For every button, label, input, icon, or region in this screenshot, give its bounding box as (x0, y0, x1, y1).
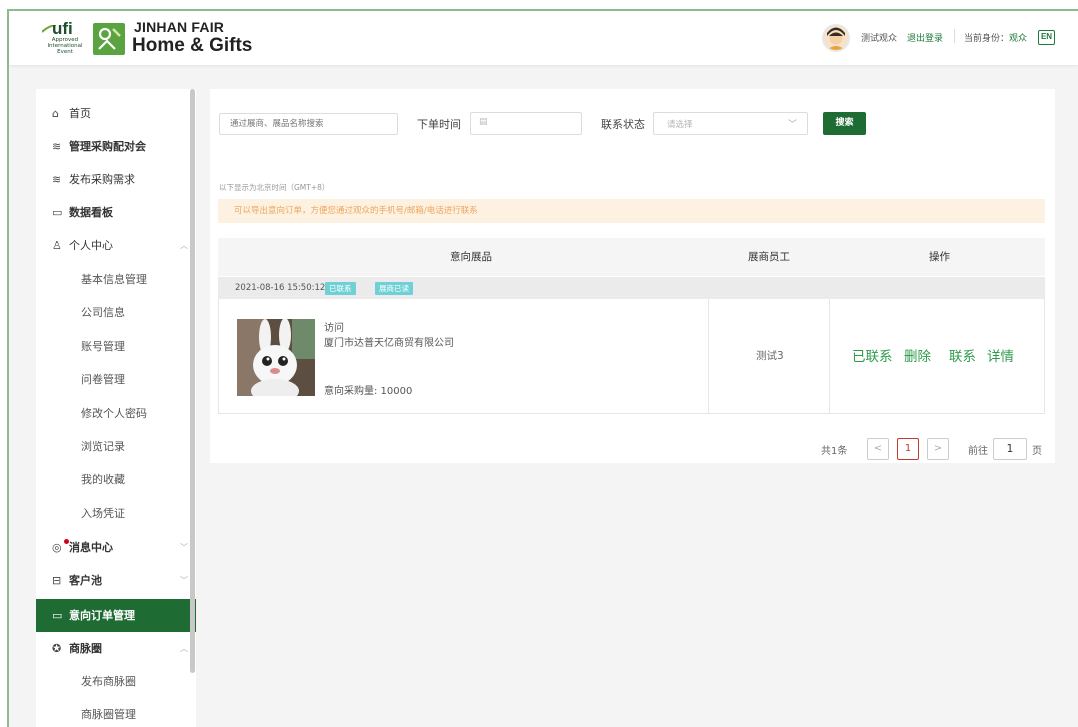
exhibitor-company[interactable]: 厦门市达普天亿商贸有限公司 (324, 334, 454, 349)
ufi-logo-text: ufi (52, 19, 73, 38)
ufi-logo-subtext: Approved International Event (47, 37, 83, 55)
table-header: 意向展品 展商员工 操作 (218, 238, 1045, 276)
jinhan-logo-icon (93, 23, 125, 55)
contact-status-label: 联系状态 (601, 118, 645, 131)
message-icon: ◎ (52, 541, 62, 554)
page-unit-label: 页 (1032, 446, 1042, 457)
sidebar-item-manage-circle[interactable]: 商脉圈管理 (36, 700, 196, 727)
details-action[interactable]: 详情 (987, 345, 1014, 365)
chevron-up-icon: ︿ (180, 644, 188, 653)
order-timestamp: 2021-08-16 15:50:12 (235, 283, 326, 293)
network-icon: ✪ (52, 642, 62, 655)
delete-action[interactable]: 删除 (904, 345, 931, 365)
brand-subtitle: Home & Gifts (132, 35, 253, 56)
sidebar-item-history[interactable]: 浏览记录 (36, 432, 196, 462)
user-icon: ♙ (52, 239, 62, 252)
order-group-header: 2021-08-16 15:50:12 已联系 展商已读 (218, 277, 1045, 299)
search-input[interactable] (219, 113, 398, 135)
product-image[interactable] (237, 319, 315, 396)
database-icon: ≋ (52, 140, 62, 153)
sidebar-item-messages[interactable]: ◎ 消息中心 ﹀ (36, 533, 196, 563)
logout-link[interactable]: 退出登录 (907, 31, 943, 44)
pagination-total: 共1条 (821, 446, 848, 457)
order-icon: ▭ (52, 609, 63, 622)
role-label: 当前身份： (964, 34, 1010, 44)
status-badge: 已联系 (325, 282, 356, 295)
sidebar-item-account[interactable]: 账号管理 (36, 332, 196, 362)
contacted-action[interactable]: 已联系 (852, 345, 893, 365)
purchase-quantity: 意向采购量: 10000 (324, 386, 413, 397)
sidebar-item-business-circle[interactable]: ✪ 商脉圈 ︿ (36, 634, 196, 664)
order-time-label: 下单时间 (417, 118, 461, 131)
sidebar-item-questionnaire[interactable]: 问卷管理 (36, 365, 196, 395)
table-row: 访问 厦门市达普天亿商贸有限公司 意向采购量: 10000 测试3 已联系 删除… (218, 299, 1045, 414)
sidebar-item-procurement-matchmaking[interactable]: ≋ 管理采购配对会 (36, 132, 196, 162)
sidebar-item-home[interactable]: ⌂ 首页 (36, 99, 196, 129)
home-icon: ⌂ (52, 107, 59, 120)
column-header-product: 意向展品 (450, 251, 492, 263)
chevron-down-icon: ﹀ (787, 120, 797, 130)
next-page-button[interactable]: > (927, 438, 949, 460)
exhibitor-staff: 测试3 (756, 350, 784, 362)
calendar-icon: ▤ (479, 117, 488, 127)
sidebar-item-company-info[interactable]: 公司信息 (36, 298, 196, 328)
chevron-down-icon: ﹀ (180, 543, 188, 552)
language-toggle-button[interactable]: EN (1038, 30, 1055, 45)
sidebar-item-customer-pool[interactable]: ⊟ 客户池 ﹀ (36, 566, 196, 596)
sidebar-item-change-password[interactable]: 修改个人密码 (36, 399, 196, 429)
avatar[interactable] (822, 24, 850, 52)
select-placeholder: 请选择 (667, 120, 693, 130)
sidebar-item-dashboard[interactable]: ▭ 数据看板 (36, 198, 196, 228)
dashboard-icon: ▭ (52, 206, 63, 219)
database-icon: ≋ (52, 173, 62, 186)
goto-label: 前往 (968, 446, 988, 457)
contact-status-select[interactable]: 请选择 ﹀ (653, 112, 808, 135)
app-frame: ufi Approved International Event JINHAN … (7, 9, 1078, 727)
sidebar-item-publish-demand[interactable]: ≋ 发布采购需求 (36, 165, 196, 195)
main-panel: 下单时间 ▤ 联系状态 请选择 ﹀ 搜索 以下显示为北京时间（GMT+8） 可以… (210, 89, 1055, 463)
sidebar-item-publish-circle[interactable]: 发布商脉圈 (36, 667, 196, 697)
chevron-down-icon: ﹀ (180, 576, 188, 585)
user-name: 测试观众 (861, 34, 898, 44)
sidebar-scrollbar[interactable] (190, 89, 195, 673)
timezone-note: 以下显示为北京时间（GMT+8） (219, 183, 330, 192)
order-time-picker[interactable]: ▤ (470, 112, 582, 135)
sidebar-item-intent-orders[interactable]: ▭ 意向订单管理 (36, 599, 196, 632)
role-value: 观众 (1009, 34, 1028, 44)
column-divider (829, 299, 830, 413)
column-header-staff: 展商员工 (748, 251, 790, 263)
column-header-actions: 操作 (929, 251, 950, 263)
top-header: ufi Approved International Event JINHAN … (9, 11, 1078, 65)
prev-page-button[interactable]: < (867, 438, 889, 460)
sidebar-item-favorites[interactable]: 我的收藏 (36, 465, 196, 495)
status-badge: 展商已读 (375, 282, 413, 295)
column-divider (708, 299, 709, 413)
page-1-button[interactable]: 1 (897, 438, 919, 460)
sidebar-item-basic-info[interactable]: 基本信息管理 (36, 265, 196, 295)
sidebar-item-personal-center[interactable]: ♙ 个人中心 ︿ (36, 231, 196, 261)
chevron-up-icon: ︿ (180, 241, 188, 250)
sidebar-item-admission-pass[interactable]: 入场凭证 (36, 499, 196, 529)
sidebar: ⌂ 首页 ≋ 管理采购配对会 ≋ 发布采购需求 ▭ 数据看板 ♙ 个人中心 ︿ … (36, 89, 196, 727)
contact-action[interactable]: 联系 (949, 345, 976, 365)
ufi-logo: ufi Approved International Event (42, 19, 88, 57)
brand-title: JINHAN FAIR (134, 19, 225, 35)
export-tip: 可以导出意向订单，方便您通过观众的手机号/邮箱/电话进行联系 (218, 199, 1045, 223)
product-type: 访问 (324, 323, 344, 334)
header-divider (954, 29, 955, 43)
inbox-icon: ⊟ (52, 574, 62, 587)
search-button[interactable]: 搜索 (823, 112, 866, 135)
goto-page-input[interactable]: 1 (993, 438, 1027, 460)
